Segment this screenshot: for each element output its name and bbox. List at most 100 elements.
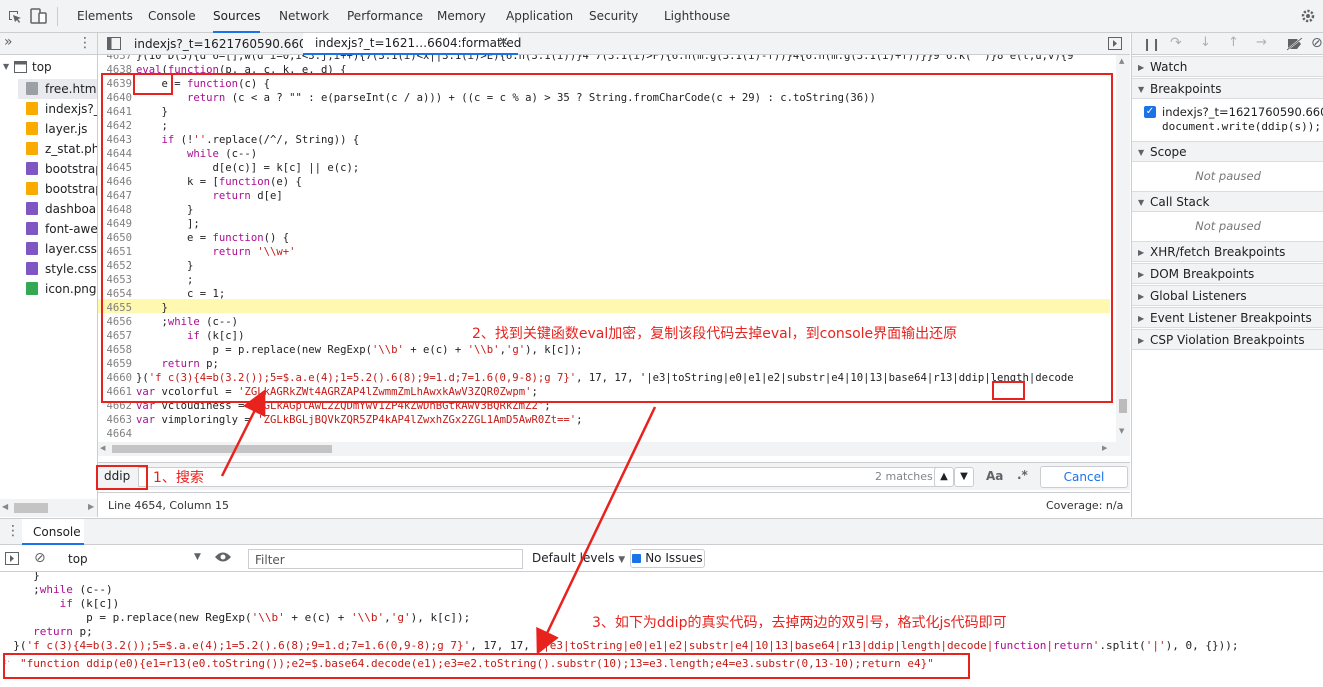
navigator-menu-icon[interactable]: ⋮: [78, 35, 92, 51]
cancel-button[interactable]: Cancel: [1040, 466, 1128, 488]
editor-h-scrollbar[interactable]: ◀ ▶: [98, 442, 1116, 456]
context-selector[interactable]: top ▼: [60, 549, 210, 568]
file-item[interactable]: free.html: [18, 79, 97, 99]
line-number[interactable]: 4649: [98, 217, 136, 231]
drawer-menu-icon[interactable]: ⋮: [6, 523, 20, 539]
code-line[interactable]: 4652 }: [98, 259, 1118, 273]
show-sidebar-icon[interactable]: [5, 552, 19, 565]
file-item[interactable]: z_stat.php: [26, 139, 97, 159]
live-expression-eye-icon[interactable]: [214, 551, 232, 563]
line-number[interactable]: 4661: [98, 385, 136, 399]
breakpoint-file[interactable]: indexjs?_t=1621760590.6604:fo: [1162, 105, 1323, 119]
line-number[interactable]: 4648: [98, 203, 136, 217]
breakpoint-section[interactable]: ▶ CSP Violation Breakpoints: [1132, 329, 1323, 350]
tab-console[interactable]: Console: [22, 519, 84, 545]
tab-console[interactable]: Console: [148, 0, 196, 33]
line-number[interactable]: 4641: [98, 105, 136, 119]
code-line[interactable]: 4639 e = function(c) {: [98, 77, 1118, 91]
line-number[interactable]: 4663: [98, 413, 136, 427]
sidebar-scrollbar[interactable]: ◀ ▶: [0, 499, 97, 517]
code-line[interactable]: 4649 ];: [98, 217, 1118, 231]
breakpoint-section[interactable]: ▶ Event Listener Breakpoints: [1132, 307, 1323, 328]
line-number[interactable]: 4639: [98, 77, 136, 91]
tab-memory[interactable]: Memory: [437, 0, 486, 33]
code-line[interactable]: 4646 k = [function(e) {: [98, 175, 1118, 189]
line-number[interactable]: 4642: [98, 119, 136, 133]
code-line[interactable]: 4645 d[e(c)] = k[c] || e(c);: [98, 161, 1118, 175]
code-line[interactable]: 4659 return p;: [98, 357, 1118, 371]
line-number[interactable]: 4660: [98, 371, 136, 385]
settings-gear-icon[interactable]: [1300, 8, 1316, 24]
watch-section[interactable]: ▶ Watch: [1132, 56, 1323, 77]
next-match-icon[interactable]: ▼: [954, 467, 974, 487]
code-line[interactable]: 4641 }: [98, 105, 1118, 119]
step-out-icon[interactable]: ↑: [1228, 35, 1239, 50]
tab-security[interactable]: Security: [589, 0, 638, 33]
code-line[interactable]: 4643 if (!''.replace(/^/, String)) {: [98, 133, 1118, 147]
code-line[interactable]: 4658 p = p.replace(new RegExp('\\b' + e(…: [98, 343, 1118, 357]
code-line[interactable]: 4647 return d[e]: [98, 189, 1118, 203]
step-into-icon[interactable]: ↓: [1200, 35, 1211, 50]
more-tabs-chevron-icon[interactable]: »: [4, 34, 13, 50]
line-number[interactable]: 4653: [98, 273, 136, 287]
line-number[interactable]: 4658: [98, 343, 136, 357]
code-line[interactable]: 4642 ;: [98, 119, 1118, 133]
line-number[interactable]: 4643: [98, 133, 136, 147]
file-item[interactable]: font-awes: [26, 219, 97, 239]
code-line[interactable]: 4664: [98, 427, 1118, 441]
regex-button[interactable]: .*: [1017, 468, 1028, 482]
breakpoint-section[interactable]: ▶ DOM Breakpoints: [1132, 263, 1323, 284]
file-item[interactable]: layer.css?: [26, 239, 97, 259]
code-line[interactable]: 4640 return (c < a ? "" : e(parseInt(c /…: [98, 91, 1118, 105]
file-item[interactable]: style.css?_: [26, 259, 97, 279]
code-line[interactable]: 4662 var vcloudiness = 'ZGLkAGplAwL2ZQDmY…: [98, 399, 1118, 413]
tab-elements[interactable]: Elements: [77, 0, 133, 33]
deactivate-breakpoints-icon[interactable]: [1286, 37, 1304, 51]
breakpoints-section[interactable]: ▼ Breakpoints: [1132, 78, 1323, 99]
scope-section[interactable]: ▼ Scope: [1132, 141, 1323, 162]
find-query[interactable]: ddip: [104, 469, 130, 483]
code-editor[interactable]: 4637}(10 D(3){d 6=[];w(d i=0;i<3.j;i++){…: [98, 55, 1130, 456]
breakpoint-checkbox[interactable]: ✓: [1144, 106, 1156, 118]
call-stack-section[interactable]: ▼ Call Stack: [1132, 191, 1323, 212]
file-item[interactable]: bootstrap: [26, 159, 97, 179]
frame-label[interactable]: top: [32, 60, 52, 74]
code-line[interactable]: 4660}('f c(3){4=b(3.2());5=$.a.e(4);1=5.…: [98, 371, 1118, 385]
code-line[interactable]: 4663 var vimploringly = 'ZGLkBGLjBQVkZQR5…: [98, 413, 1118, 427]
line-number[interactable]: 4652: [98, 259, 136, 273]
tab-performance[interactable]: Performance: [347, 0, 423, 33]
code-line[interactable]: 4638 eval(function(p, a, c, k, e, d) {: [98, 63, 1118, 77]
breakpoint-section[interactable]: ▶ XHR/fetch Breakpoints: [1132, 241, 1323, 262]
file-item[interactable]: bootstrap: [26, 179, 97, 199]
code-line[interactable]: 4651 return '\\w+': [98, 245, 1118, 259]
code-line[interactable]: 4637}(10 D(3){d 6=[];w(d i=0;i<3.j;i++){…: [98, 55, 1118, 63]
tab-indexjs-formatted[interactable]: indexjs?_t=1621…6604:formatted ✕: [303, 33, 521, 55]
line-number[interactable]: 4647: [98, 189, 136, 203]
line-number[interactable]: 4650: [98, 231, 136, 245]
more-menu-icon[interactable]: ⋮: [1318, 8, 1323, 24]
line-number[interactable]: 4640: [98, 91, 136, 105]
file-item[interactable]: dashboard: [26, 199, 97, 219]
tab-network[interactable]: Network: [279, 0, 329, 33]
pause-on-exceptions-icon[interactable]: ⊘: [1311, 35, 1323, 51]
line-number[interactable]: 4664: [98, 427, 136, 441]
coverage-status[interactable]: Coverage: n/a: [1046, 499, 1123, 512]
close-tab-icon[interactable]: ✕: [498, 35, 509, 50]
code-line[interactable]: 4655 }: [98, 301, 1118, 315]
file-item[interactable]: indexjs?_t: [26, 99, 97, 119]
code-line[interactable]: 4648 }: [98, 203, 1118, 217]
code-line[interactable]: 4653 ;: [98, 273, 1118, 287]
line-number[interactable]: 4637: [98, 55, 136, 63]
code-line[interactable]: 4650 e = function() {: [98, 231, 1118, 245]
clear-console-icon[interactable]: ⊘: [34, 550, 46, 566]
console-filter-input[interactable]: Filter: [248, 549, 523, 569]
line-number[interactable]: 4657: [98, 329, 136, 343]
device-toolbar-icon[interactable]: [30, 8, 48, 25]
file-item[interactable]: icon.png: [26, 279, 97, 299]
tab-indexjs[interactable]: indexjs?_t=1621760590.6604: [134, 33, 314, 55]
inspect-element-icon[interactable]: [7, 9, 23, 25]
line-number[interactable]: 4662: [98, 399, 136, 413]
step-icon[interactable]: →: [1256, 35, 1267, 50]
editor-v-scrollbar[interactable]: ▲ ▼: [1116, 55, 1130, 456]
line-number[interactable]: 4646: [98, 175, 136, 189]
